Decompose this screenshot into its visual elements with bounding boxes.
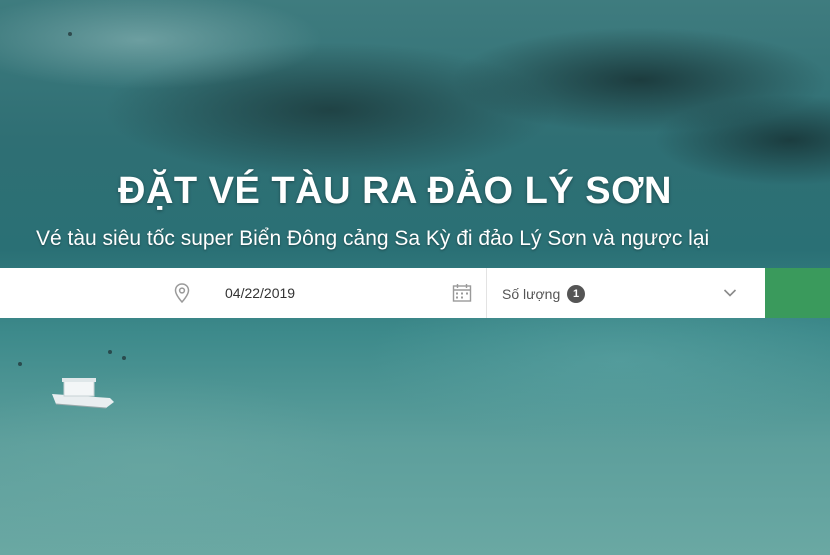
quantity-label: Số lượng — [502, 286, 561, 302]
quantity-badge: 1 — [567, 285, 585, 303]
swimmer-dot — [122, 356, 126, 360]
calendar-icon[interactable] — [452, 283, 472, 303]
date-picker-field[interactable]: 04/22/2019 — [210, 268, 487, 318]
map-pin-icon — [174, 283, 190, 303]
page-subtitle: Vé tàu siêu tốc super Biển Đông cảng Sa … — [36, 227, 710, 250]
swimmer-dot — [18, 362, 22, 366]
location-field[interactable] — [0, 268, 210, 318]
page-title: ĐẶT VÉ TÀU RA ĐẢO LÝ SƠN — [118, 170, 672, 212]
swimmer-dot — [68, 32, 72, 36]
boat-image — [52, 378, 114, 409]
search-submit-button[interactable] — [765, 268, 830, 318]
booking-search-bar: 04/22/2019 Số lượng 1 — [0, 268, 830, 318]
swimmer-dot — [108, 350, 112, 354]
chevron-down-icon[interactable] — [723, 288, 737, 298]
date-value: 04/22/2019 — [225, 285, 296, 301]
quantity-dropdown[interactable]: Số lượng 1 — [487, 268, 765, 318]
